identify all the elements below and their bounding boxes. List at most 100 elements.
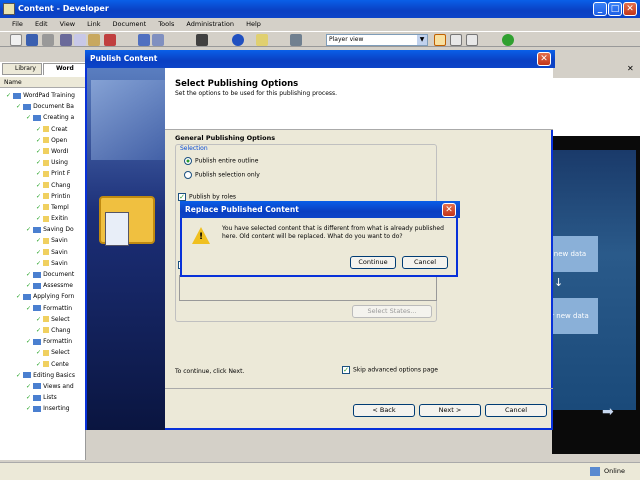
cut-icon[interactable] [60,34,72,46]
continue-hint: To continue, click Next. [175,368,245,375]
tree-item-label: Cente [51,360,69,368]
tree-item-label: Using [51,159,68,167]
tree-item[interactable]: ✓ Printin [6,191,75,202]
save-icon[interactable] [26,34,38,46]
panel-close-icon[interactable]: ✕ [627,64,634,73]
tree-item[interactable]: ✓ Chang [6,325,75,336]
maximize-button[interactable]: □ [608,2,622,16]
menu-administration[interactable]: Administration [186,20,234,28]
tree-item[interactable]: ✓ Editing Basics [6,370,75,381]
undo-icon[interactable] [138,34,150,46]
continue-button[interactable]: Continue [350,256,396,269]
tree-item[interactable]: ✓ Exitin [6,213,75,224]
menu-tools[interactable]: Tools [158,20,174,28]
tree-item[interactable]: ✓ Savin [6,258,75,269]
tab-library[interactable]: Library [2,63,42,75]
topic-icon [43,159,50,166]
tree-item-label: Savin [51,259,68,267]
tree-item[interactable]: ✓ Assessme [6,280,75,291]
toolbar: Player view ▼ [0,31,640,47]
print-icon[interactable] [42,34,54,46]
zoom-icon[interactable] [196,34,208,46]
menu-document[interactable]: Document [113,20,147,28]
tree-item[interactable]: ✓ Views and [6,381,75,392]
topic-icon [43,126,50,133]
menu-view[interactable]: View [60,20,75,28]
refresh-icon[interactable] [502,34,514,46]
tree-item[interactable]: ✓ Cente [6,359,75,370]
menu-help[interactable]: Help [246,20,261,28]
next-button[interactable]: Next > [419,404,481,417]
tree-item[interactable]: ✓ Saving Do [6,224,75,235]
check-icon: ✓ [26,394,34,402]
status-text: Online [604,467,625,475]
back-button[interactable]: < Back [353,404,415,417]
layout2-icon[interactable] [450,34,462,46]
column-header[interactable]: Name [0,77,86,88]
skip-advanced-checkbox[interactable]: ✓ Skip advanced options page [342,366,438,374]
menu-file[interactable]: File [12,20,23,28]
replace-cancel-button[interactable]: Cancel [402,256,448,269]
warning-exclamation: ! [199,232,204,242]
side-graphic [87,68,165,430]
link-icon[interactable] [256,34,268,46]
menu-edit[interactable]: Edit [35,20,48,28]
check-icon: ✓ [26,304,34,312]
radio-entire-label: Publish entire outline [195,157,259,165]
check-icon: ✓ [16,293,24,301]
tree-item[interactable]: ✓ Print F [6,168,75,179]
states-list[interactable] [179,275,437,301]
paste-icon[interactable] [88,34,100,46]
tree-item[interactable]: ✓ Chang [6,180,75,191]
tree-item[interactable]: ✓ Templ [6,202,75,213]
properties-icon[interactable] [290,34,302,46]
panel-toolbar [0,48,86,62]
tree-item[interactable]: ✓ Applying Forn [6,291,75,302]
cancel-button[interactable]: Cancel [485,404,547,417]
tab-word[interactable]: Word [43,63,86,75]
topic-icon [43,316,50,323]
topic-icon [43,327,50,334]
publish-graphic-icon [99,196,155,246]
tree-item[interactable]: ✓ Lists [6,392,75,403]
window-title: Content - Developer [18,4,109,13]
view-select[interactable]: Player view ▼ [326,34,428,46]
tree-item[interactable]: ✓ Creat [6,124,75,135]
radio-entire-outline[interactable]: Publish entire outline [184,157,258,165]
minimize-button[interactable]: _ [593,2,607,16]
radio-selection-only[interactable]: Publish selection only [184,171,260,179]
tree-item[interactable]: ✓ Formattin [6,336,75,347]
delete-icon[interactable] [104,34,116,46]
tree-item[interactable]: ✓ Inserting [6,403,75,414]
tree-item[interactable]: ✓ Document Ba [6,101,75,112]
menu-link[interactable]: Link [87,20,100,28]
tree-item[interactable]: ✓ Formattin [6,303,75,314]
tree-item[interactable]: ✓ Open [6,135,75,146]
tree-item[interactable]: ✓ WordPad Training [6,90,75,101]
tree-item[interactable]: ✓ Using [6,157,75,168]
publish-by-roles-checkbox[interactable]: ✓ Publish by roles [178,193,236,201]
check-icon: ✓ [36,192,44,200]
tree-item[interactable]: ✓ Savin [6,247,75,258]
check-icon: ✓ [6,92,14,99]
tree-item[interactable]: ✓ WordI [6,146,75,157]
layout3-icon[interactable] [466,34,478,46]
copy-icon[interactable] [74,34,86,46]
select-states-button[interactable]: Select States... [352,305,432,318]
tree-item[interactable]: ✓ Select [6,347,75,358]
check-icon: ✓ [26,271,34,278]
close-button[interactable]: ✕ [623,2,637,16]
new-icon[interactable] [10,34,22,46]
tree-item[interactable]: ✓ Creating a [6,112,75,123]
tree-item[interactable]: ✓ Select [6,314,75,325]
tree-item[interactable]: ✓ Savin [6,235,75,246]
tree-item[interactable]: ✓ Document [6,269,75,280]
tree-item-label: Exitin [51,215,68,223]
layout-icon[interactable] [434,34,446,46]
tree-item-label: Inserting [43,405,70,413]
topic-icon [43,182,50,188]
redo-icon[interactable] [152,34,164,46]
replace-close-button[interactable]: ✕ [442,203,456,217]
publish-close-button[interactable]: ✕ [537,52,551,66]
help-icon[interactable] [232,34,244,46]
